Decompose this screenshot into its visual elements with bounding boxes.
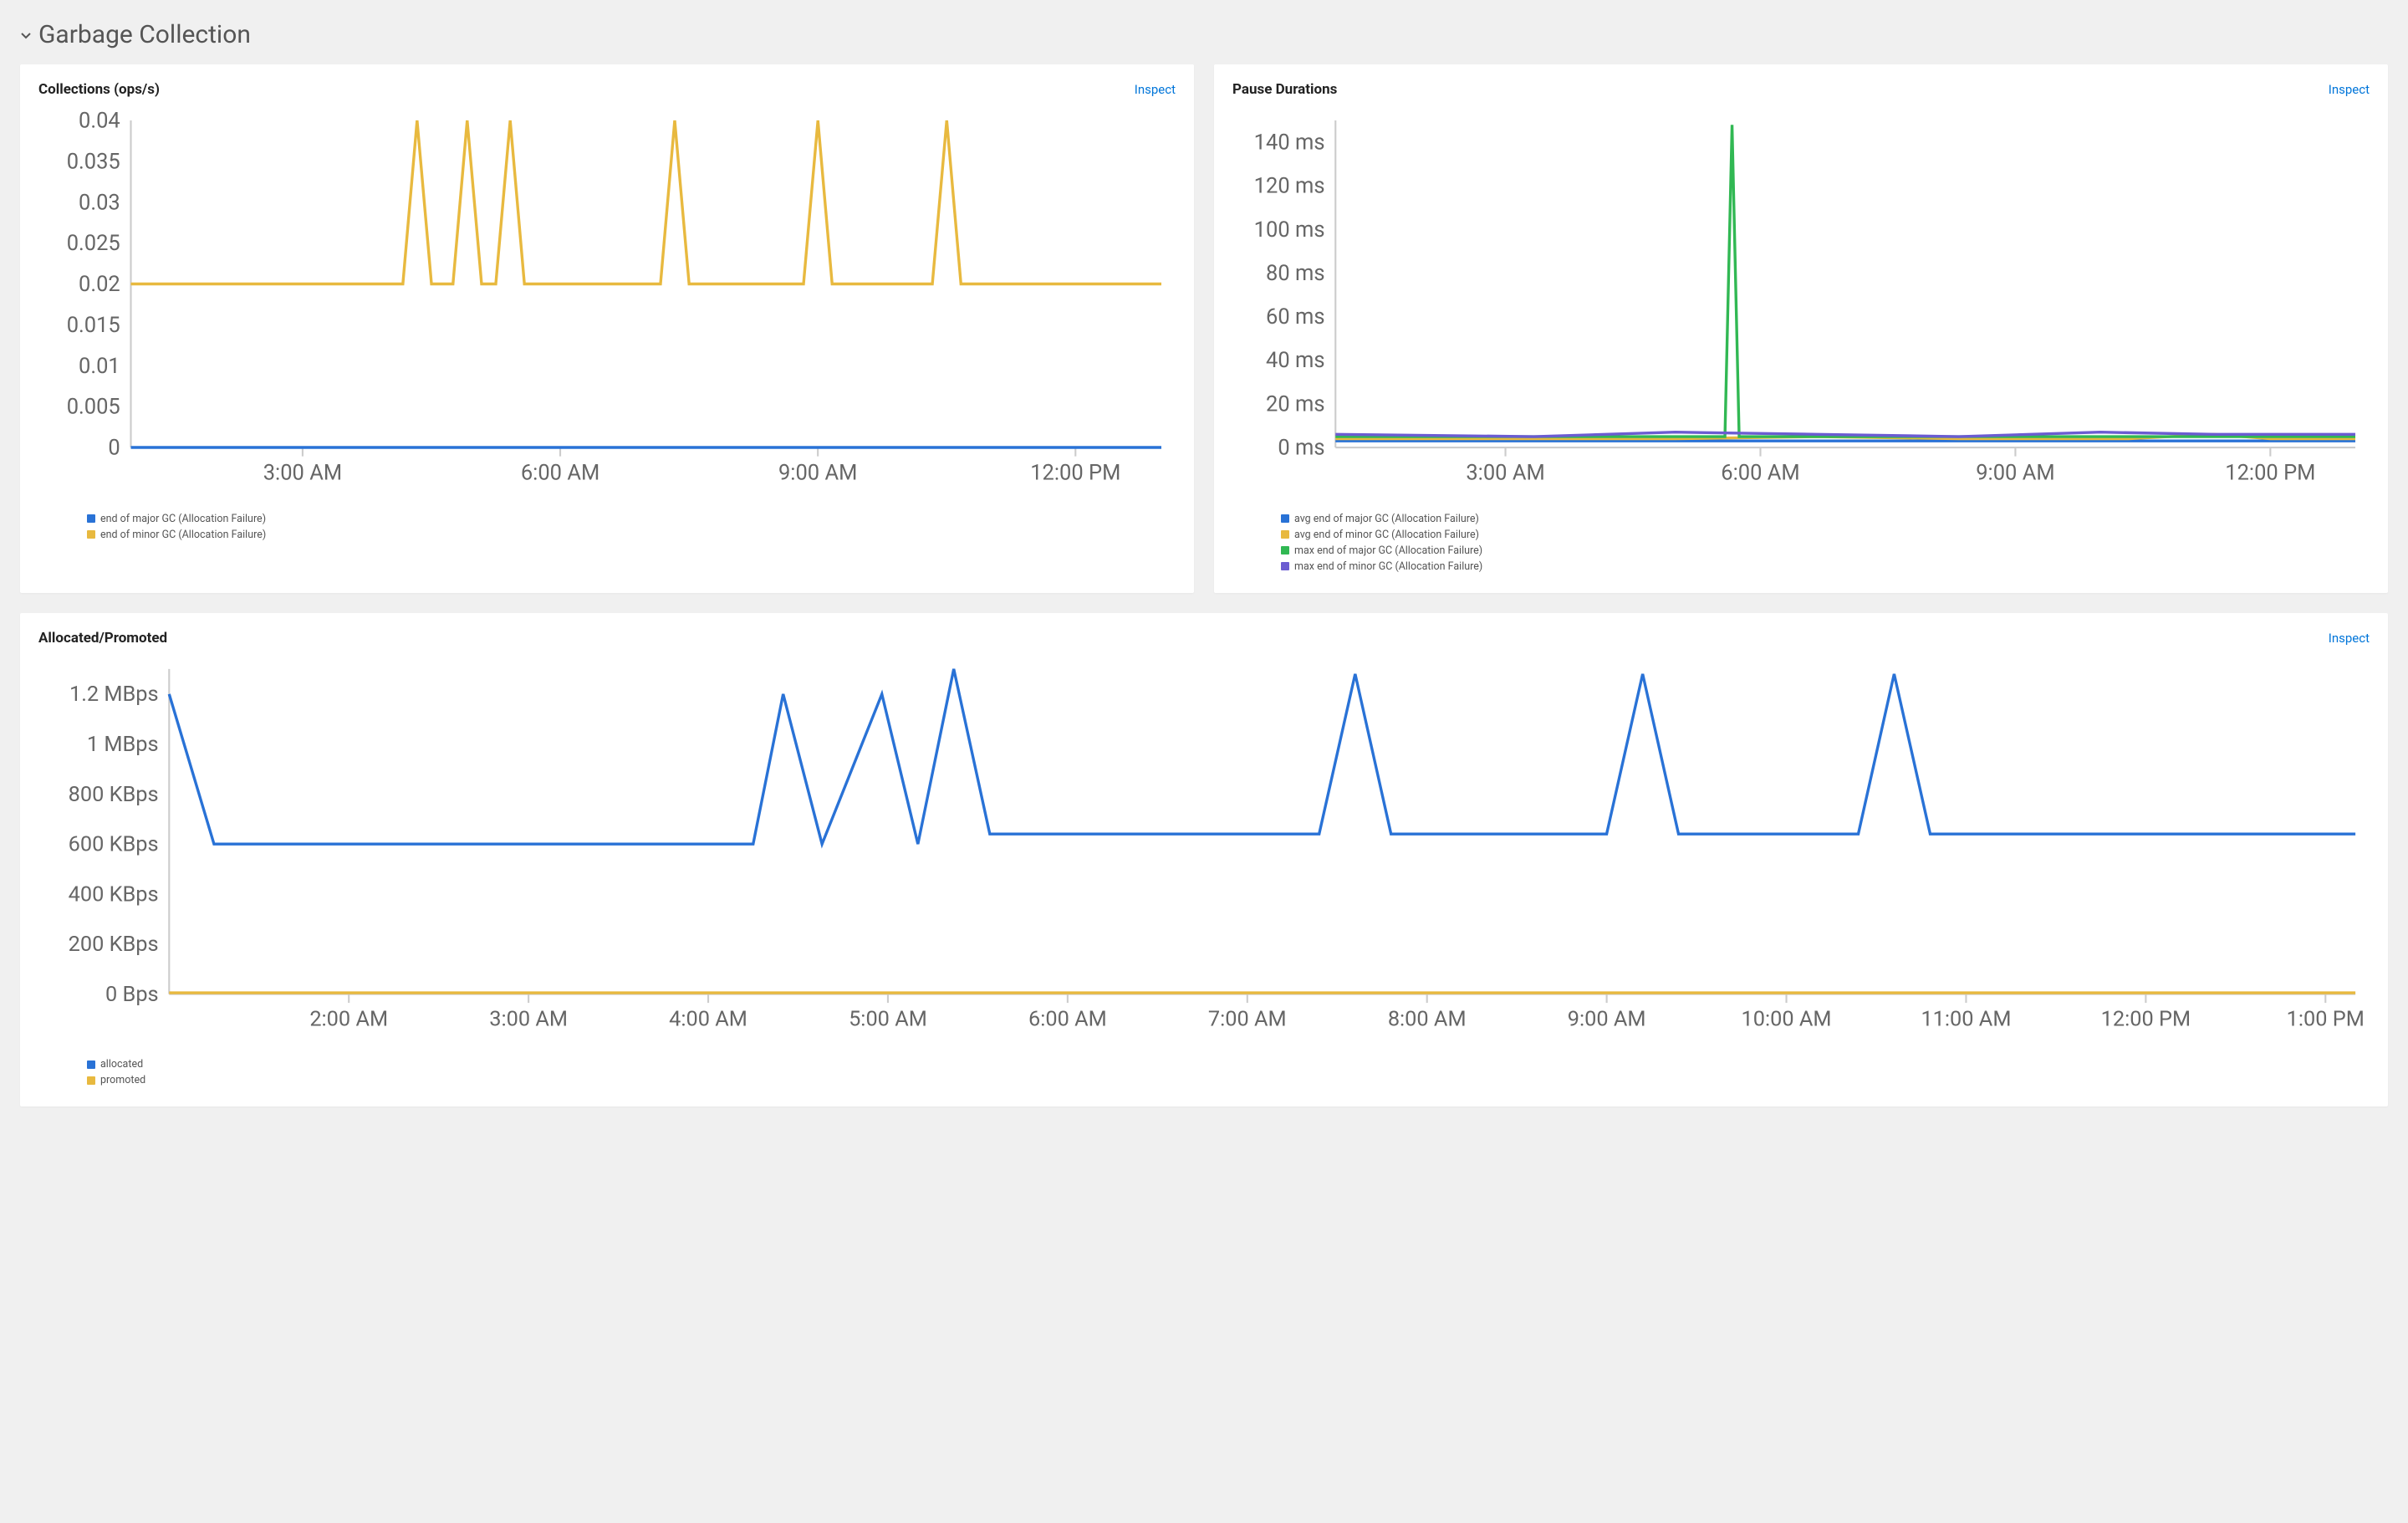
legend-item: avg end of major GC (Allocation Failure) (1281, 513, 2370, 525)
svg-text:9:00 AM: 9:00 AM (1568, 1006, 1646, 1031)
legend-swatch (87, 530, 95, 539)
svg-text:12:00 PM: 12:00 PM (2225, 460, 2315, 485)
legend-item: end of minor GC (Allocation Failure) (87, 529, 1176, 541)
chart-svg-pause: 0 ms 20 ms 40 ms 60 ms 80 ms 100 ms 120 ms 140 … (1232, 106, 2370, 498)
card-title-pause: Pause Durations (1232, 81, 1337, 98)
legend-item: max end of minor GC (Allocation Failure) (1281, 560, 2370, 573)
svg-text:5:00 AM: 5:00 AM (849, 1006, 927, 1031)
legend-item: allocated (87, 1058, 2370, 1071)
legend-swatch (87, 1060, 95, 1069)
legend-label: end of major GC (Allocation Failure) (100, 513, 266, 525)
card-pause: Pause Durations Inspect 0 ms 20 ms 40 ms 60… (1214, 64, 2388, 593)
chart-collections: 0 0.005 0.01 0.015 0.02 0.025 0.03 0.035 0.04 3:0… (38, 106, 1176, 498)
svg-text:3:00 AM: 3:00 AM (489, 1006, 568, 1031)
inspect-link-collections[interactable]: Inspect (1135, 82, 1176, 97)
svg-text:600 KBps: 600 KBps (69, 831, 159, 856)
card-collections: Collections (ops/s) Inspect 0 0.005 0.01 0.… (20, 64, 1194, 593)
svg-text:100 ms: 100 ms (1254, 217, 1325, 243)
legend-item: end of major GC (Allocation Failure) (87, 513, 1176, 525)
svg-text:0.015: 0.015 (67, 313, 120, 338)
legend-label: max end of major GC (Allocation Failure) (1294, 544, 1482, 557)
svg-text:120 ms: 120 ms (1254, 174, 1325, 199)
card-title-collections: Collections (ops/s) (38, 81, 160, 98)
svg-text:3:00 AM: 3:00 AM (263, 460, 342, 485)
chart-alloc: 0 Bps 200 KBps 400 KBps 600 KBps 800 KBps 1 M… (38, 655, 2370, 1044)
chart-pause: 0 ms 20 ms 40 ms 60 ms 80 ms 100 ms 120 ms 140 … (1232, 106, 2370, 498)
inspect-link-alloc[interactable]: Inspect (2329, 631, 2370, 646)
svg-text:3:00 AM: 3:00 AM (1466, 460, 1544, 485)
legend-label: avg end of minor GC (Allocation Failure) (1294, 529, 1479, 541)
legend-label: avg end of major GC (Allocation Failure) (1294, 513, 1479, 525)
svg-text:12:00 PM: 12:00 PM (2101, 1006, 2191, 1031)
legend-swatch (1281, 546, 1289, 555)
legend-label: end of minor GC (Allocation Failure) (100, 529, 266, 541)
section-title: Garbage Collection (38, 20, 251, 49)
svg-text:40 ms: 40 ms (1266, 348, 1325, 373)
card-title-alloc: Allocated/Promoted (38, 630, 167, 647)
svg-text:12:00 PM: 12:00 PM (1030, 460, 1120, 485)
svg-text:80 ms: 80 ms (1266, 261, 1325, 286)
svg-text:0: 0 (108, 436, 120, 461)
svg-text:0.005: 0.005 (67, 395, 120, 420)
legend-swatch (87, 514, 95, 523)
legend-collections: end of major GC (Allocation Failure) end … (38, 513, 1176, 541)
svg-text:6:00 AM: 6:00 AM (1721, 460, 1799, 485)
svg-text:0.035: 0.035 (67, 149, 120, 174)
legend-item: max end of major GC (Allocation Failure) (1281, 544, 2370, 557)
legend-label: allocated (100, 1058, 143, 1071)
svg-text:11:00 AM: 11:00 AM (1921, 1006, 2011, 1031)
svg-text:0.02: 0.02 (79, 272, 120, 297)
legend-item: promoted (87, 1074, 2370, 1086)
svg-text:0.025: 0.025 (67, 231, 120, 256)
svg-text:6:00 AM: 6:00 AM (1028, 1006, 1107, 1031)
inspect-link-pause[interactable]: Inspect (2329, 82, 2370, 97)
svg-text:6:00 AM: 6:00 AM (521, 460, 599, 485)
legend-item: avg end of minor GC (Allocation Failure) (1281, 529, 2370, 541)
legend-swatch (1281, 562, 1289, 570)
section-toggle[interactable]: Garbage Collection (20, 20, 2388, 49)
svg-text:0 ms: 0 ms (1278, 436, 1324, 461)
legend-swatch (87, 1076, 95, 1085)
svg-text:1 MBps: 1 MBps (87, 732, 159, 757)
svg-text:0.03: 0.03 (79, 190, 120, 215)
chart-svg-alloc: 0 Bps 200 KBps 400 KBps 600 KBps 800 KBps 1 M… (38, 655, 2370, 1044)
chart-row-top: Collections (ops/s) Inspect 0 0.005 0.01 0.… (20, 64, 2388, 593)
legend-alloc: allocated promoted (38, 1058, 2370, 1086)
svg-text:2:00 AM: 2:00 AM (309, 1006, 388, 1031)
legend-swatch (1281, 514, 1289, 523)
svg-text:60 ms: 60 ms (1266, 304, 1325, 330)
svg-text:140 ms: 140 ms (1254, 130, 1325, 156)
svg-text:9:00 AM: 9:00 AM (1976, 460, 2054, 485)
legend-label: promoted (100, 1074, 145, 1086)
page: Garbage Collection Collections (ops/s) I… (0, 0, 2408, 1127)
card-alloc: Allocated/Promoted Inspect 0 Bps 200 KBps… (20, 613, 2388, 1107)
chart-svg-collections: 0 0.005 0.01 0.015 0.02 0.025 0.03 0.035 0.04 3:0… (38, 106, 1176, 498)
legend-label: max end of minor GC (Allocation Failure) (1294, 560, 1482, 573)
svg-text:1.2 MBps: 1.2 MBps (69, 682, 159, 707)
svg-text:9:00 AM: 9:00 AM (778, 460, 857, 485)
chevron-down-icon (20, 29, 32, 41)
svg-text:200 KBps: 200 KBps (69, 932, 159, 957)
svg-text:20 ms: 20 ms (1266, 391, 1325, 417)
svg-text:0 Bps: 0 Bps (105, 981, 159, 1006)
svg-text:0.01: 0.01 (79, 354, 120, 379)
legend-pause: avg end of major GC (Allocation Failure)… (1232, 513, 2370, 573)
svg-text:10:00 AM: 10:00 AM (1742, 1006, 1832, 1031)
legend-swatch (1281, 530, 1289, 539)
svg-text:4:00 AM: 4:00 AM (669, 1006, 747, 1031)
svg-text:800 KBps: 800 KBps (69, 781, 159, 806)
svg-text:0.04: 0.04 (79, 109, 120, 134)
svg-text:400 KBps: 400 KBps (69, 882, 159, 907)
svg-text:7:00 AM: 7:00 AM (1208, 1006, 1287, 1031)
svg-text:1:00 PM: 1:00 PM (2287, 1006, 2365, 1031)
svg-text:8:00 AM: 8:00 AM (1388, 1006, 1467, 1031)
